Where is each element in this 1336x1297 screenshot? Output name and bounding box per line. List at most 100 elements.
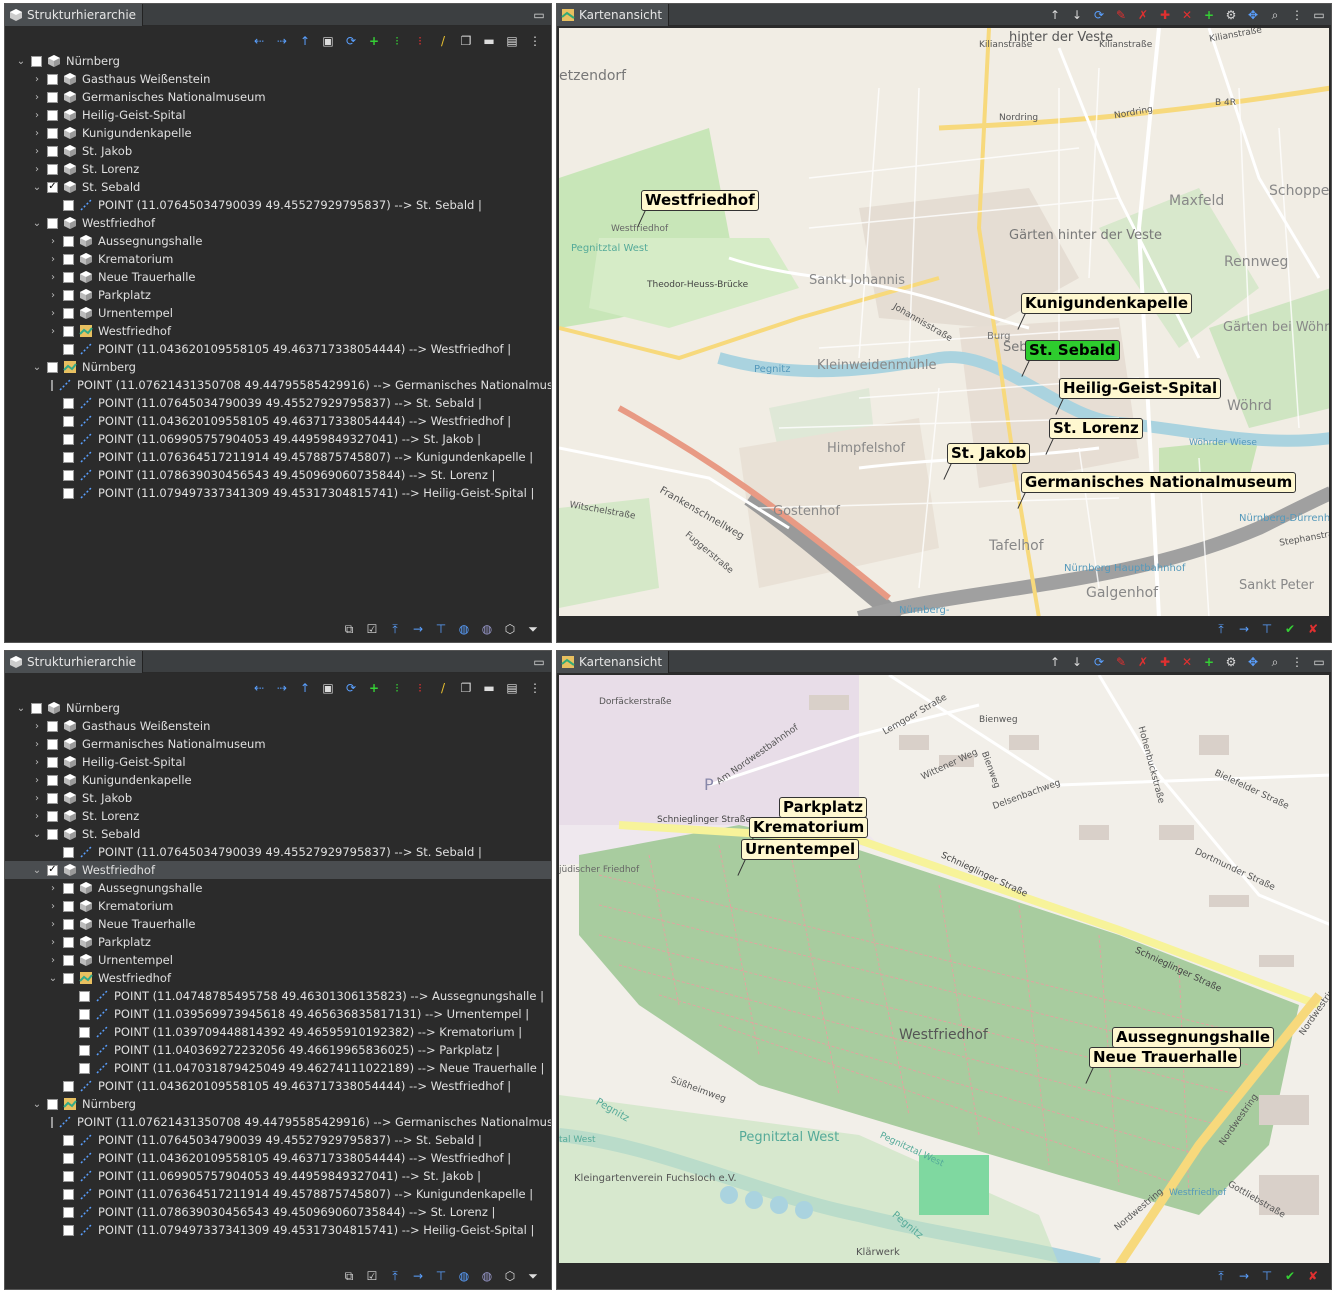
- lock-icon[interactable]: ▣: [320, 680, 336, 696]
- maximize-icon[interactable]: ▭: [531, 654, 547, 670]
- tree-row[interactable]: POINT (11.07621431350708 49.447955854299…: [5, 376, 551, 394]
- menu-icon[interactable]: ⋮: [527, 33, 543, 49]
- move-icon[interactable]: ✥: [1245, 654, 1261, 670]
- tree-checkbox[interactable]: ✓: [47, 864, 58, 876]
- map-canvas[interactable]: Dorfäckerstraße Lemgoer Straße Bienweg Am N…: [559, 675, 1329, 1263]
- forward-icon[interactable]: ⇢: [274, 33, 290, 49]
- chevron-down-icon[interactable]: ⌄: [31, 217, 43, 229]
- cube-icon[interactable]: ⬡: [502, 1268, 518, 1284]
- funnel-icon[interactable]: ⏷: [525, 1268, 541, 1284]
- maximize-icon[interactable]: ▭: [531, 7, 547, 23]
- menu-icon[interactable]: ⋮: [1289, 7, 1305, 23]
- tree-checkbox[interactable]: [63, 469, 74, 481]
- zoom-icon[interactable]: ⌕: [1267, 7, 1283, 23]
- tree-checkbox[interactable]: [63, 1170, 74, 1182]
- tree-row[interactable]: ⌄ Nürnberg: [5, 52, 551, 70]
- tree-checkbox[interactable]: [63, 433, 74, 445]
- map-marker-label[interactable]: Krematorium: [749, 817, 869, 838]
- refresh-icon[interactable]: ⟳: [343, 680, 359, 696]
- tree-checkbox[interactable]: [63, 846, 74, 858]
- tree-row[interactable]: POINT (11.04748785495758 49.463013061358…: [5, 987, 551, 1005]
- remove-icon[interactable]: ⁝: [412, 33, 428, 49]
- tree-row[interactable]: › St. Lorenz: [5, 160, 551, 178]
- map-marker-label[interactable]: St. Sebald: [1025, 340, 1120, 361]
- chevron-down-icon[interactable]: ⌄: [31, 181, 43, 193]
- tree-row[interactable]: › Gasthaus Weißenstein: [5, 717, 551, 735]
- tree-row[interactable]: ⌄ Westfriedhof: [5, 214, 551, 232]
- pin-cross-icon[interactable]: ✗: [1135, 654, 1151, 670]
- settings-icon[interactable]: ⚙: [1223, 654, 1239, 670]
- tree-checkbox[interactable]: [63, 1188, 74, 1200]
- tree-checkbox[interactable]: [63, 397, 74, 409]
- map-marker-label[interactable]: Germanisches Nationalmuseum: [1021, 472, 1297, 493]
- map-marker-label[interactable]: Neue Trauerhalle: [1089, 1047, 1242, 1068]
- link-icon[interactable]: ⧉: [341, 1268, 357, 1284]
- tree-checkbox[interactable]: [47, 792, 58, 804]
- tree-checkbox[interactable]: [51, 1116, 53, 1128]
- tree-checkbox[interactable]: [79, 1062, 90, 1074]
- tree-row[interactable]: › Heilig-Geist-Spital: [5, 753, 551, 771]
- select-icon[interactable]: ✔: [1282, 621, 1298, 637]
- link-icon[interactable]: ⧉: [341, 621, 357, 637]
- tree-checkbox[interactable]: [51, 379, 53, 391]
- tree-checkbox[interactable]: [63, 307, 74, 319]
- pin-remove-icon[interactable]: ✕: [1179, 7, 1195, 23]
- chevron-right-icon[interactable]: ›: [47, 325, 59, 337]
- filter-box-icon[interactable]: ☑: [364, 1268, 380, 1284]
- tree-row[interactable]: ⌄ Nürnberg: [5, 358, 551, 376]
- pencil-icon[interactable]: /: [435, 680, 451, 696]
- map-marker-label[interactable]: Aussegnungshalle: [1112, 1027, 1275, 1048]
- chevron-right-icon[interactable]: ›: [31, 774, 43, 786]
- tree-row[interactable]: POINT (11.07645034790039 49.455279297958…: [5, 196, 551, 214]
- tree-row[interactable]: POINT (11.079497337341309 49.45317304815…: [5, 1221, 551, 1239]
- chevron-down-icon[interactable]: ⌄: [15, 55, 27, 67]
- chevron-right-icon[interactable]: ›: [31, 756, 43, 768]
- tree-checkbox[interactable]: [63, 271, 74, 283]
- chevron-right-icon[interactable]: ›: [31, 810, 43, 822]
- chevron-right-icon[interactable]: ›: [47, 253, 59, 265]
- chevron-right-icon[interactable]: ›: [31, 738, 43, 750]
- pin-cross-icon[interactable]: ✗: [1135, 7, 1151, 23]
- zoom-icon[interactable]: ⌕: [1267, 654, 1283, 670]
- tree-row[interactable]: POINT (11.07645034790039 49.455279297958…: [5, 1131, 551, 1149]
- cube-icon[interactable]: ⬡: [502, 621, 518, 637]
- tree-row[interactable]: › St. Jakob: [5, 789, 551, 807]
- up-arrow-icon[interactable]: ↑: [1047, 654, 1063, 670]
- tree-row[interactable]: POINT (11.040369272232056 49.46619965836…: [5, 1041, 551, 1059]
- add-icon[interactable]: +: [366, 33, 382, 49]
- pencil-icon[interactable]: /: [435, 33, 451, 49]
- tree-checkbox[interactable]: ✓: [47, 181, 58, 193]
- tree-checkbox[interactable]: [47, 127, 58, 139]
- tree-row[interactable]: › Parkplatz: [5, 286, 551, 304]
- tree-row[interactable]: › Urnentempel: [5, 304, 551, 322]
- tree-row[interactable]: POINT (11.078639030456543 49.45096906073…: [5, 466, 551, 484]
- tree-checkbox[interactable]: [63, 487, 74, 499]
- pin-icon[interactable]: ✎: [1113, 654, 1129, 670]
- tree-row[interactable]: POINT (11.043620109558105 49.46371733805…: [5, 412, 551, 430]
- tree-checkbox[interactable]: [79, 990, 90, 1002]
- map-canvas[interactable]: hinter der Veste Kilianstraße Kilianstraße…: [559, 28, 1329, 616]
- tree-checkbox[interactable]: [63, 1080, 74, 1092]
- tree-row[interactable]: POINT (11.076364517211914 49.45788757458…: [5, 448, 551, 466]
- tree-checkbox[interactable]: [63, 1134, 74, 1146]
- globe-icon[interactable]: ◍: [456, 621, 472, 637]
- tree-checkbox[interactable]: [63, 325, 74, 337]
- globe2-icon[interactable]: ◍: [479, 1268, 495, 1284]
- layout-icon[interactable]: ▤: [504, 33, 520, 49]
- tree-checkbox[interactable]: [63, 343, 74, 355]
- view-icon[interactable]: ▬: [481, 680, 497, 696]
- map-marker-label[interactable]: St. Lorenz: [1049, 418, 1143, 439]
- chevron-right-icon[interactable]: ›: [47, 918, 59, 930]
- tree-row[interactable]: POINT (11.039709448814392 49.46595910192…: [5, 1023, 551, 1041]
- pin-add-icon[interactable]: ✚: [1157, 7, 1173, 23]
- import-icon[interactable]: ⤒: [1213, 621, 1229, 637]
- tree-row[interactable]: ⌄ Nürnberg: [5, 699, 551, 717]
- tree-row[interactable]: › Aussegnungshalle: [5, 879, 551, 897]
- chevron-right-icon[interactable]: ›: [31, 720, 43, 732]
- filter-box-icon[interactable]: ☑: [364, 621, 380, 637]
- map-marker-label[interactable]: Urnentempel: [741, 839, 860, 860]
- chevron-right-icon[interactable]: ›: [47, 954, 59, 966]
- chevron-right-icon[interactable]: ›: [47, 307, 59, 319]
- tool-icon[interactable]: ⊤: [433, 1268, 449, 1284]
- arrow-right-icon[interactable]: →: [1236, 1268, 1252, 1284]
